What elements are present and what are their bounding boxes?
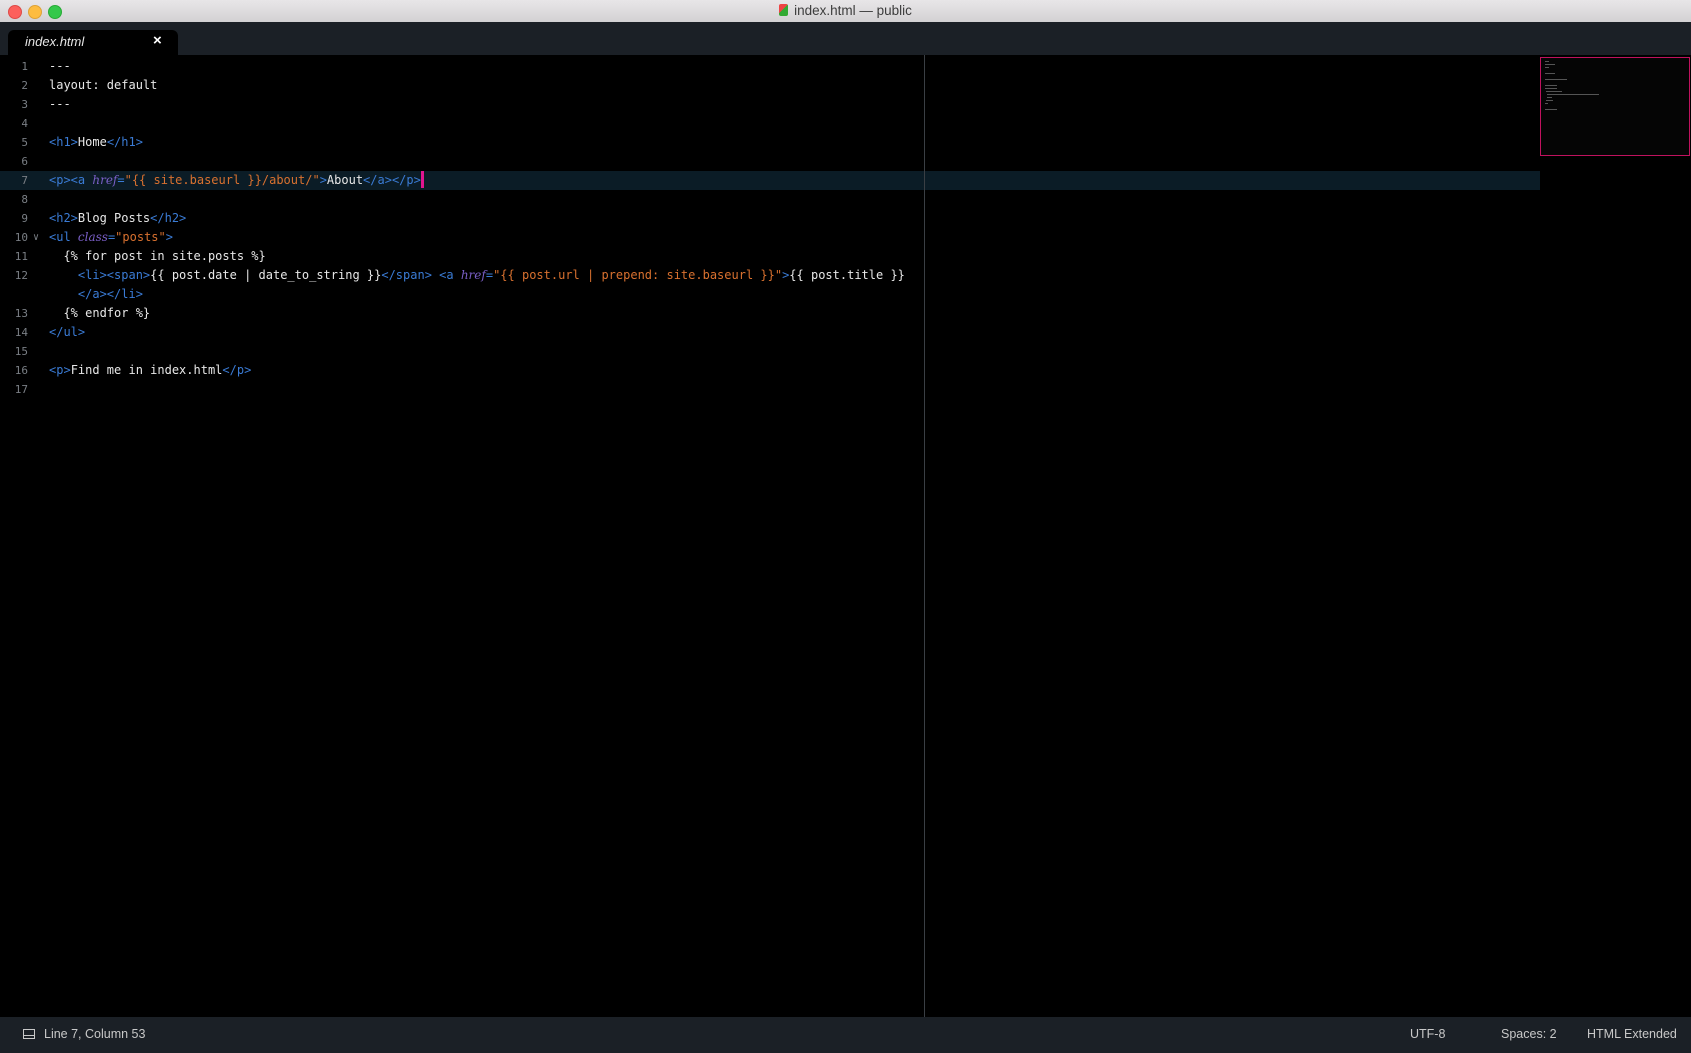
text-cursor xyxy=(420,171,424,188)
line-number: 14 xyxy=(14,326,28,339)
line-number: 4 xyxy=(21,117,28,130)
tab-label: index.html xyxy=(25,34,85,49)
code-line[interactable]: 9 <h2>Blog Posts</h2> xyxy=(0,209,1540,228)
code-line[interactable]: 4 xyxy=(0,114,1540,133)
line-number: 9 xyxy=(21,212,28,225)
code-line[interactable]: </a></li> xyxy=(0,285,1540,304)
code-line[interactable]: 11 {% for post in site.posts %} xyxy=(0,247,1540,266)
fold-chevron-icon[interactable]: ∨ xyxy=(33,228,39,247)
line-code: --- xyxy=(49,97,71,111)
code-line[interactable]: 15 xyxy=(0,342,1540,361)
code-line[interactable]: 7 <p><a href="{{ site.baseurl }}/about/">… xyxy=(0,171,1540,190)
window-title-wrap: index.html — public xyxy=(0,3,1691,18)
encoding-indicator[interactable]: UTF-8 xyxy=(1410,1027,1445,1041)
code-line[interactable]: 6 xyxy=(0,152,1540,171)
line-number: 15 xyxy=(14,345,28,358)
line-number: 12 xyxy=(14,269,28,282)
tab-close-icon[interactable]: × xyxy=(153,32,162,49)
line-number: 6 xyxy=(21,155,28,168)
code-editor[interactable]: 1 --- 2 layout: default 3 --- 4 5 <h1>Home</h1> 6… xyxy=(0,55,1691,1017)
html-file-icon xyxy=(779,4,789,16)
line-number: 1 xyxy=(21,60,28,73)
panel-toggle-icon[interactable] xyxy=(23,1029,35,1039)
line-number: 7 xyxy=(21,174,28,187)
code-line[interactable]: 12 <li><span>{{ post.date | date_to_stri… xyxy=(0,266,1540,285)
tab-bar: index.html × xyxy=(0,22,1691,55)
minimap[interactable] xyxy=(1540,57,1690,156)
line-code: {% for post in site.posts %} xyxy=(49,249,266,263)
line-code: --- xyxy=(49,59,71,73)
line-number: 16 xyxy=(14,364,28,377)
window-title: index.html — public xyxy=(794,3,912,18)
status-bar: Line 7, Column 53 UTF-8 Spaces: 2 HTML E… xyxy=(0,1017,1691,1053)
line-code: {% endfor %} xyxy=(49,306,151,320)
line-number: 10 xyxy=(14,231,28,244)
code-line[interactable]: 5 <h1>Home</h1> xyxy=(0,133,1540,152)
line-code: <ul class="posts"> xyxy=(49,230,173,244)
line-number: 17 xyxy=(14,383,28,396)
code-line[interactable]: 10 ∨ <ul class="posts"> xyxy=(0,228,1540,247)
line-code: <p><a href="{{ site.baseurl }}/about/">A… xyxy=(49,171,424,190)
line-code: <li><span>{{ post.date | date_to_string … xyxy=(77,268,905,282)
line-code: </a></li> xyxy=(77,287,143,301)
line-number: 5 xyxy=(21,136,28,149)
tab-index-html[interactable]: index.html × xyxy=(8,30,178,55)
title-bar: index.html — public xyxy=(0,0,1691,23)
line-number: 13 xyxy=(14,307,28,320)
line-number: 8 xyxy=(21,193,28,206)
syntax-indicator[interactable]: HTML Extended xyxy=(1587,1027,1677,1041)
line-code: layout: default xyxy=(49,78,158,92)
code-line[interactable]: 16 <p>Find me in index.html</p> xyxy=(0,361,1540,380)
line-number: 2 xyxy=(21,79,28,92)
code-line[interactable]: 3 --- xyxy=(0,95,1540,114)
cursor-position[interactable]: Line 7, Column 53 xyxy=(44,1027,145,1041)
line-number: 11 xyxy=(14,250,28,263)
line-number: 3 xyxy=(21,98,28,111)
code-line[interactable]: 8 xyxy=(0,190,1540,209)
indentation-indicator[interactable]: Spaces: 2 xyxy=(1501,1027,1557,1041)
line-code: <h2>Blog Posts</h2> xyxy=(49,211,187,225)
line-code: <h1>Home</h1> xyxy=(49,135,143,149)
code-line[interactable]: 1 --- xyxy=(0,57,1540,76)
code-line[interactable]: 17 xyxy=(0,380,1540,399)
code-line[interactable]: 2 layout: default xyxy=(0,76,1540,95)
line-code: </ul> xyxy=(49,325,86,339)
line-code: <p>Find me in index.html</p> xyxy=(49,363,252,377)
code-line[interactable]: 14 </ul> xyxy=(0,323,1540,342)
column-ruler xyxy=(924,55,925,1017)
code-line[interactable]: 13 {% endfor %} xyxy=(0,304,1540,323)
